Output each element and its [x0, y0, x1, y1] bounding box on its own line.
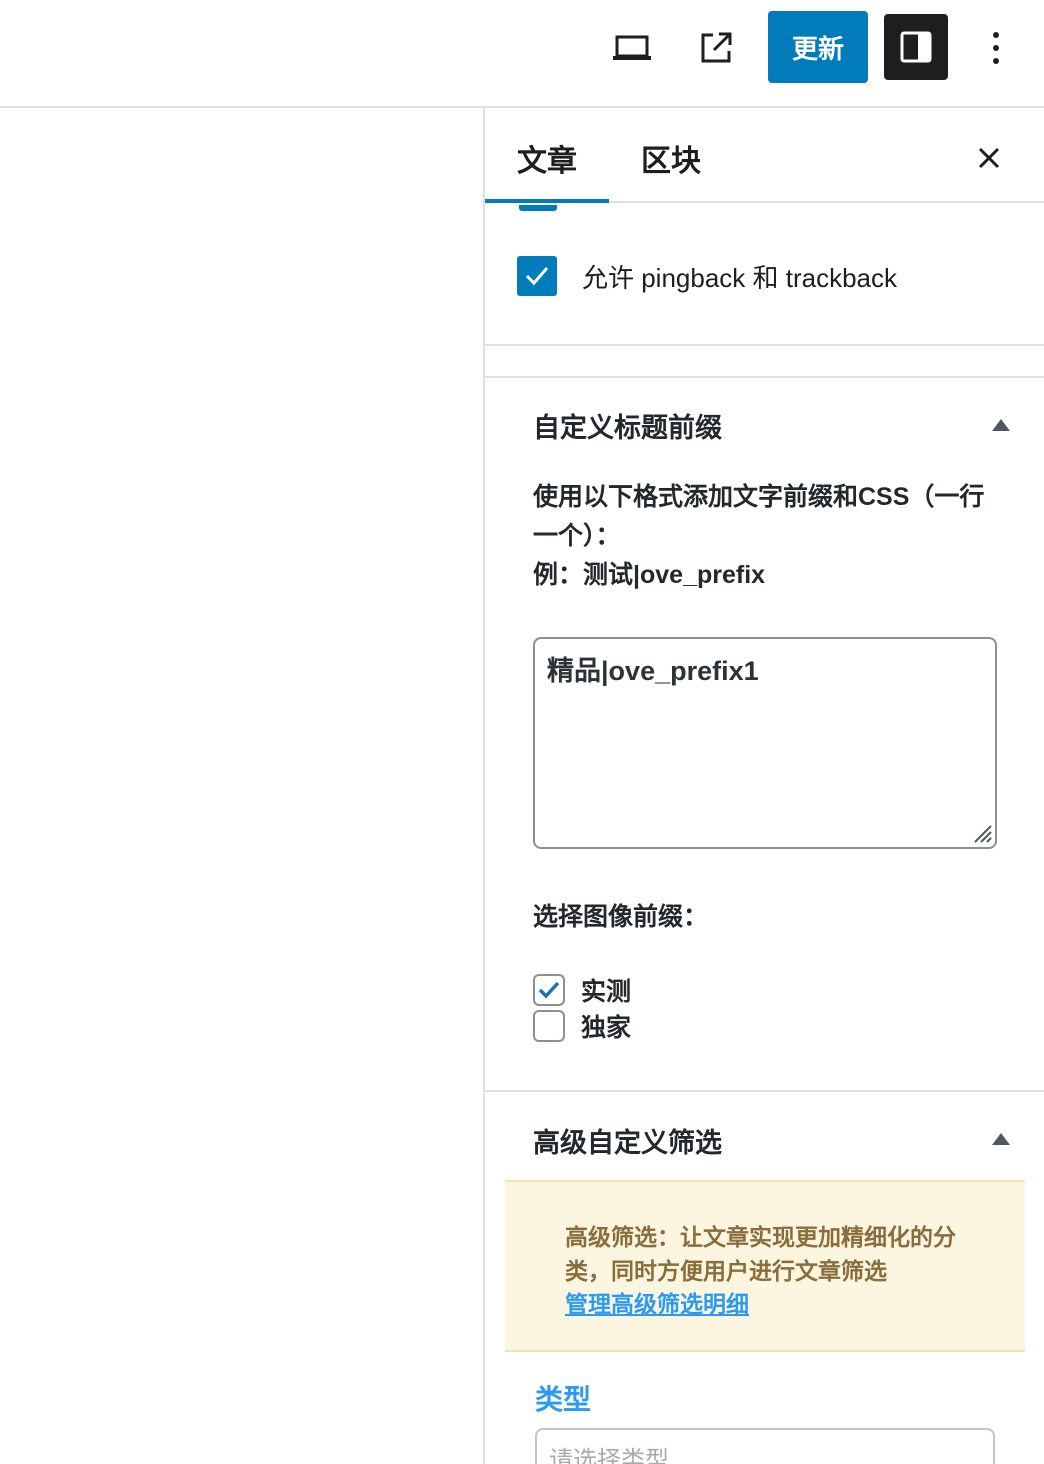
description-example: 例：测试|ove_prefix	[533, 561, 766, 589]
update-button[interactable]: 更新	[768, 11, 868, 83]
preview-button[interactable]	[602, 18, 662, 78]
sidebar-toggle-icon	[900, 31, 932, 63]
manage-filter-link[interactable]: 管理高级筛选明细	[565, 1288, 985, 1320]
advanced-filter-panel-title[interactable]: 高级自定义筛选	[533, 1121, 722, 1160]
laptop-icon	[613, 35, 651, 60]
divider	[485, 344, 1044, 346]
custom-prefix-description: 使用以下格式添加文字前缀和CSS（一行一个）： 例：测试|ove_prefix	[533, 478, 993, 595]
triangle-up-icon[interactable]	[991, 418, 1011, 432]
checkmark-icon	[538, 981, 560, 999]
checkmark-icon	[525, 267, 549, 286]
option-label: 实测	[581, 978, 632, 1006]
image-prefix-label: 选择图像前缀：	[533, 903, 709, 931]
sidebar-tabs: 文章 区块	[485, 108, 1044, 203]
image-prefix-option: 实测	[533, 972, 631, 1008]
editor-toolbar: 更新	[0, 0, 1044, 108]
editor-canvas[interactable]	[0, 108, 483, 1464]
option-checkbox-checked[interactable]	[533, 974, 565, 1006]
prefix-textarea[interactable]: 精品|ove_prefix1	[533, 637, 997, 849]
custom-prefix-panel-title[interactable]: 自定义标题前缀	[533, 406, 722, 445]
notice-text: 高级筛选：让文章实现更加精细化的分类，同时方便用户进行文章筛选	[565, 1224, 956, 1284]
close-icon	[978, 147, 1000, 169]
advanced-filter-notice: 高级筛选：让文章实现更加精细化的分类，同时方便用户进行文章筛选 管理高级筛选明细	[505, 1180, 1025, 1352]
settings-sidebar: 文章 区块 允许 pingback 和 trackback 自定义标题前缀 使用…	[483, 108, 1044, 1464]
pingback-checkbox[interactable]	[517, 256, 557, 296]
tab-post[interactable]: 文章	[517, 136, 577, 180]
divider	[485, 1090, 1044, 1092]
external-link-icon	[701, 32, 732, 63]
active-tab-indicator	[485, 199, 609, 203]
view-post-button[interactable]	[686, 18, 746, 78]
more-options-button[interactable]	[966, 18, 1026, 78]
option-label: 独家	[581, 1014, 632, 1042]
divider	[485, 376, 1044, 378]
close-sidebar-button[interactable]	[967, 136, 1011, 180]
image-prefix-option: 独家	[533, 1008, 631, 1044]
scrolled-element-edge	[519, 205, 557, 211]
option-checkbox-unchecked[interactable]	[533, 1010, 565, 1042]
pingback-label: 允许 pingback 和 trackback	[582, 262, 898, 293]
type-select[interactable]: 请选择类型	[535, 1428, 995, 1464]
description-line: 使用以下格式添加文字前缀和CSS（一行一个）：	[533, 483, 985, 550]
triangle-up-icon[interactable]	[991, 1132, 1011, 1146]
settings-toggle-button[interactable]	[884, 14, 948, 80]
type-label: 类型	[535, 1384, 592, 1415]
tab-block[interactable]: 区块	[641, 136, 701, 180]
pingback-option: 允许 pingback 和 trackback	[517, 256, 897, 296]
resize-grip-icon[interactable]	[969, 820, 993, 844]
more-vertical-icon	[993, 32, 999, 64]
